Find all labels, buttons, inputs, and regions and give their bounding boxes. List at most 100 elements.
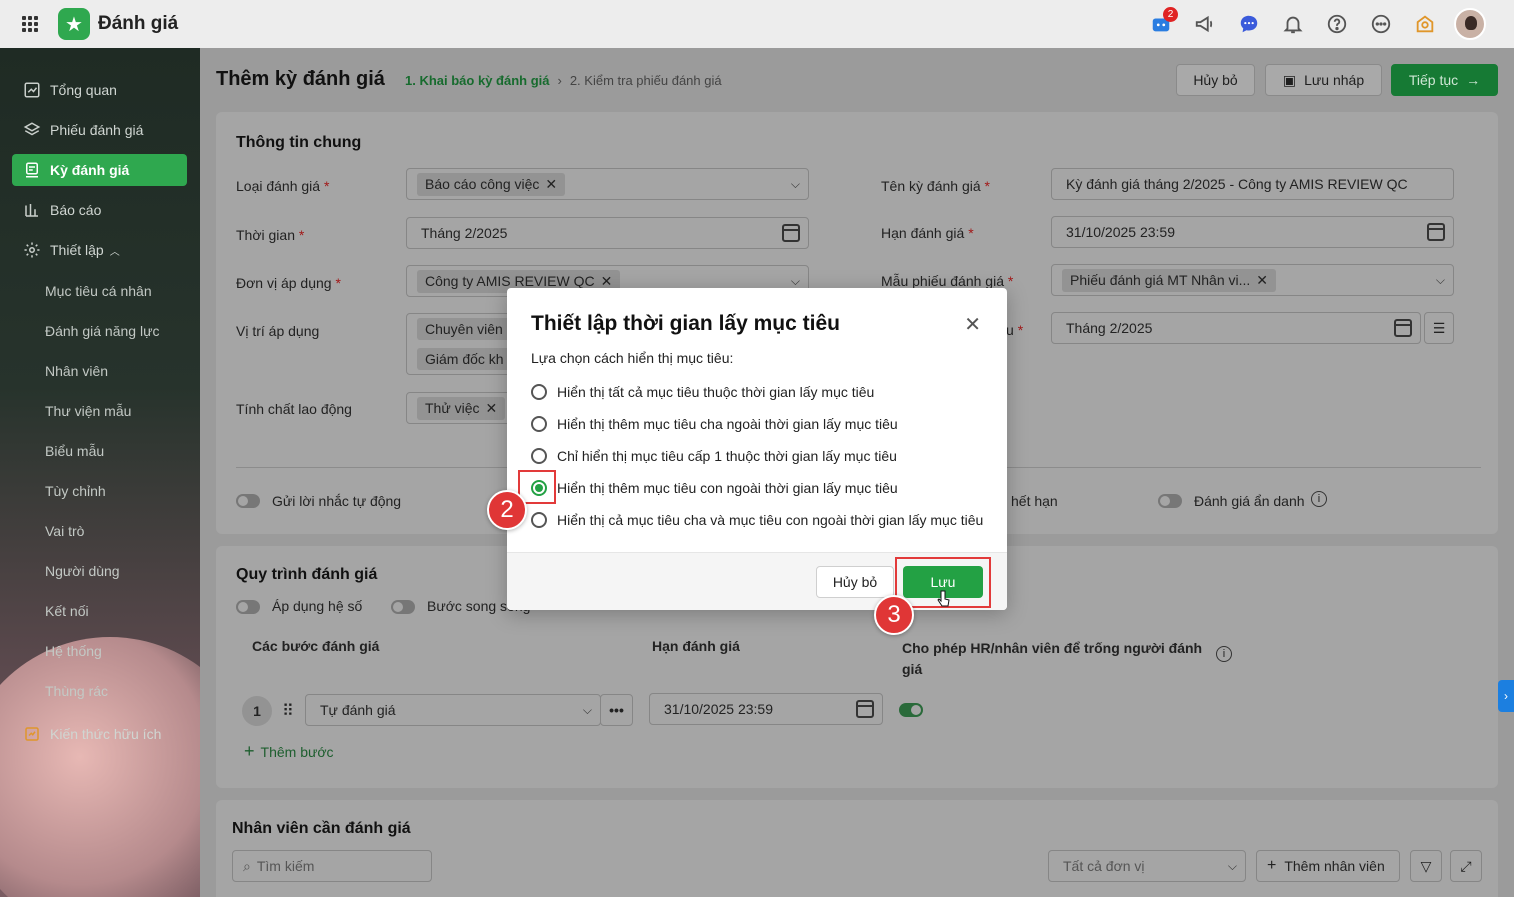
search-icon: ⌕ [243,857,251,874]
modal-cancel-button[interactable]: Hủy bỏ [816,566,894,598]
chevron-down-icon: ⌵ [790,177,800,191]
unit-filter-select[interactable]: Tất cả đơn vị ⌵ [1048,850,1246,882]
sidebar-sub-item[interactable]: Vai trò [45,523,84,539]
chevron-right-icon: › [557,73,562,88]
field-label: u * [1006,322,1024,338]
chip: Chuyên viên [417,318,511,340]
period-name-input[interactable]: Kỳ đánh giá tháng 2/2025 - Công ty AMIS … [1051,168,1454,200]
close-icon[interactable]: ✕ [1256,272,1268,289]
app-launcher-icon[interactable] [22,16,38,32]
anonymous-toggle[interactable] [1158,494,1182,508]
radio-button[interactable] [531,448,547,464]
sidebar-item-label: Phiếu đánh giá [50,122,144,138]
radio-button[interactable] [531,384,547,400]
close-icon[interactable]: ✕ [486,400,498,417]
step-more-button[interactable]: ••• [600,694,633,726]
close-icon[interactable]: ✕ [964,312,981,337]
step-marker: 2 [487,490,527,530]
option-label: Hiển thị thêm mục tiêu cha ngoài thời gi… [557,416,898,432]
display-option[interactable]: Hiển thị thêm mục tiêu cha ngoài thời gi… [531,413,898,435]
sidebar-item-overview[interactable]: Tổng quan [12,74,187,106]
close-icon[interactable]: ✕ [545,176,557,193]
chat-icon[interactable] [1234,9,1264,39]
cancel-button[interactable]: Hủy bỏ [1176,64,1255,96]
sidebar-sub-item[interactable]: Thùng rác [45,683,108,699]
avatar[interactable] [1454,8,1486,40]
review-type-select[interactable]: Báo cáo công việc ✕ ⌵ [406,168,809,200]
lamp-icon[interactable] [1410,9,1440,39]
cart-icon[interactable]: 2 [1146,7,1178,39]
option-label: Hiển thị tất cả mục tiêu thuộc thời gian… [557,384,875,400]
bell-icon[interactable] [1278,9,1308,39]
info-icon[interactable]: i [1311,491,1327,507]
step-deadline-input[interactable]: 31/10/2025 23:59 [649,693,883,725]
modal-subtitle: Lựa chọn cách hiển thị mục tiêu: [531,350,734,366]
right-panel-tab[interactable]: › [1498,680,1514,712]
display-option[interactable]: Hiển thị cả mục tiêu cha và mục tiêu con… [531,509,983,531]
sidebar-item-settings[interactable]: Thiết lập ︿ [12,234,187,266]
parallel-toggle[interactable] [391,600,415,614]
toggle-label: Đánh giá ẩn danh [1194,493,1305,509]
deadline-input[interactable]: 31/10/2025 23:59 [1051,216,1454,248]
template-select[interactable]: Phiếu đánh giá MT Nhân vi... ✕ ⌵ [1051,264,1454,296]
step-select[interactable]: Tự đánh giá ⌵ [305,694,601,726]
drag-handle-icon[interactable]: ⠿ [282,701,294,721]
app-logo-icon: ★ [58,8,90,40]
sidebar-item-label: Kiến thức hữu ích [50,726,162,742]
allow-empty-toggle[interactable] [899,703,923,717]
sidebar-item-forms[interactable]: Phiếu đánh giá [12,114,187,146]
sidebar-decoration [0,637,200,897]
goal-time-input[interactable]: Tháng 2/2025 [1051,312,1421,344]
sidebar-item-knowledge[interactable]: Kiến thức hữu ích [12,718,187,750]
sidebar-sub-item[interactable]: Thư viện mẫu [45,403,131,419]
sidebar-item-reports[interactable]: Báo cáo [12,194,187,226]
radio-button[interactable] [531,416,547,432]
radio-button[interactable] [531,512,547,528]
gear-icon [22,240,42,260]
help-icon[interactable] [1322,9,1352,39]
employees-card: Nhân viên cần đánh giá ⌕ Tìm kiếm Tất cả… [216,800,1498,897]
more-icon[interactable] [1366,9,1396,39]
sidebar-sub-item[interactable]: Đánh giá năng lực [45,323,159,339]
megaphone-icon[interactable] [1190,9,1220,39]
sidebar-item-periods[interactable]: Kỳ đánh giá [12,154,187,186]
goal-time-settings-button[interactable]: ☰ [1424,312,1454,344]
continue-button[interactable]: Tiếp tục → [1391,64,1498,96]
reminder-toggle[interactable] [236,494,260,508]
search-input[interactable]: ⌕ Tìm kiếm [232,850,432,882]
filter-icon[interactable]: ▽ [1410,850,1442,882]
calendar-icon[interactable] [782,224,800,242]
display-option[interactable]: Hiển thị tất cả mục tiêu thuộc thời gian… [531,381,874,403]
sidebar-sub-item[interactable]: Mục tiêu cá nhân [45,283,152,299]
section-title: Nhân viên cần đánh giá [232,820,411,837]
sidebar-sub-item[interactable]: Nhân viên [45,363,108,379]
step-2[interactable]: 2. Kiểm tra phiếu đánh giá [570,73,722,88]
plus-icon: + [244,741,255,761]
info-icon[interactable]: i [1216,646,1232,662]
step-1[interactable]: 1. Khai báo kỳ đánh giá [405,73,549,88]
sidebar-sub-item[interactable]: Người dùng [45,563,120,579]
sidebar-sub-item[interactable]: Tùy chỉnh [45,483,106,499]
time-input[interactable]: Tháng 2/2025 [406,217,809,249]
chevron-down-icon: ⌵ [790,274,800,288]
field-label: Vị trí áp dụng [236,323,320,339]
coef-toggle[interactable] [236,600,260,614]
calendar-icon[interactable] [1394,319,1412,337]
calendar-icon[interactable] [856,700,874,718]
display-option-selected[interactable]: Hiển thị thêm mục tiêu con ngoài thời gi… [531,477,898,499]
sidebar-sub-item[interactable]: Kết nối [45,603,89,619]
column-header: Các bước đánh giá [252,638,380,654]
calendar-icon[interactable] [1427,223,1445,241]
chevron-down-icon: ⌵ [1435,273,1445,287]
display-option[interactable]: Chỉ hiển thị mục tiêu cấp 1 thuộc thời g… [531,445,897,467]
save-draft-button[interactable]: ▣ Lưu nháp [1265,64,1382,96]
chevron-up-icon: ︿ [109,246,120,258]
page-title: Thêm kỳ đánh giá [216,68,385,90]
add-step-button[interactable]: + Thêm bước [244,741,334,762]
expand-icon[interactable]: ⤢ [1450,850,1482,882]
add-employee-button[interactable]: + Thêm nhân viên [1256,850,1400,882]
field-label: Đơn vị áp dụng * [236,275,341,291]
sidebar-sub-item[interactable]: Biểu mẫu [45,443,104,459]
sidebar-sub-item[interactable]: Hệ thống [45,643,102,659]
close-icon[interactable]: ✕ [601,273,613,290]
